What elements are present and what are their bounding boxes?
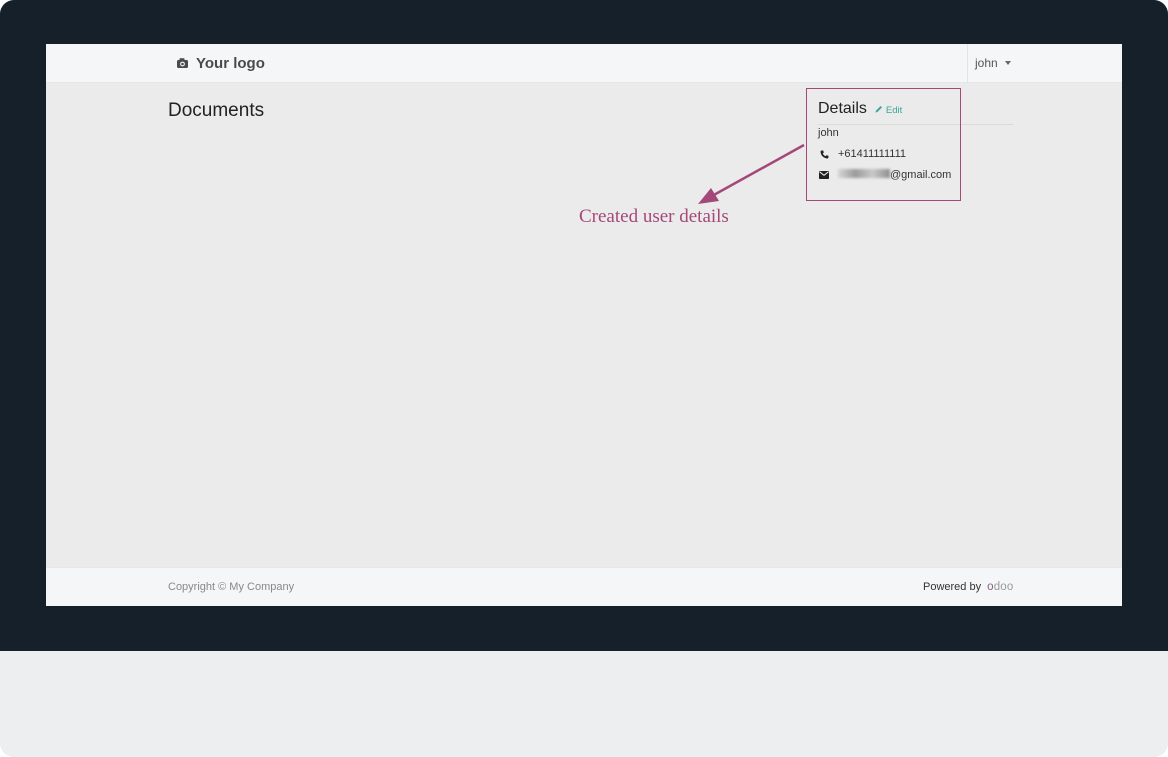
page-footer: Copyright © My Company Powered by odoo [46, 567, 1122, 606]
odoo-logo-o: o [987, 581, 994, 593]
powered-by: Powered by odoo [923, 581, 1014, 593]
pencil-icon [875, 105, 883, 116]
caret-down-icon [1004, 61, 1011, 65]
browser-screen: Your logo john Documents Details Edit jo… [46, 44, 1122, 606]
powered-by-label: Powered by [923, 581, 982, 593]
camera-icon [176, 57, 189, 69]
contact-email-row: @gmail.com [818, 169, 1013, 181]
top-navbar: Your logo john [46, 44, 1122, 83]
monitor-chin [0, 651, 1168, 757]
contact-name: john [818, 127, 839, 139]
page-title: Documents [168, 100, 265, 121]
details-panel: Details Edit john +61411111111 @gmail.co… [818, 100, 1013, 181]
user-name: john [975, 56, 998, 70]
details-header: Details Edit [818, 100, 1013, 125]
phone-icon [818, 150, 830, 159]
logo-text: Your logo [196, 54, 265, 72]
annotation-label: Created user details [579, 206, 729, 227]
contact-email-domain: @gmail.com [890, 169, 952, 181]
site-logo[interactable]: Your logo [176, 53, 265, 73]
contact-email: @gmail.com [838, 169, 951, 181]
details-title: Details [818, 100, 867, 117]
redacted-email-user [838, 169, 890, 178]
contact-phone-row: +61411111111 [818, 148, 1013, 160]
edit-link[interactable]: Edit [875, 105, 902, 116]
odoo-logo[interactable]: odoo [987, 581, 1013, 593]
odoo-logo-doo: doo [993, 581, 1014, 593]
envelope-icon [818, 171, 830, 179]
user-dropdown[interactable]: john [967, 44, 1011, 82]
monitor-frame: Your logo john Documents Details Edit jo… [0, 0, 1168, 757]
copyright-text: Copyright © My Company [168, 581, 295, 593]
contact-phone: +61411111111 [838, 148, 907, 160]
edit-label: Edit [885, 105, 903, 116]
